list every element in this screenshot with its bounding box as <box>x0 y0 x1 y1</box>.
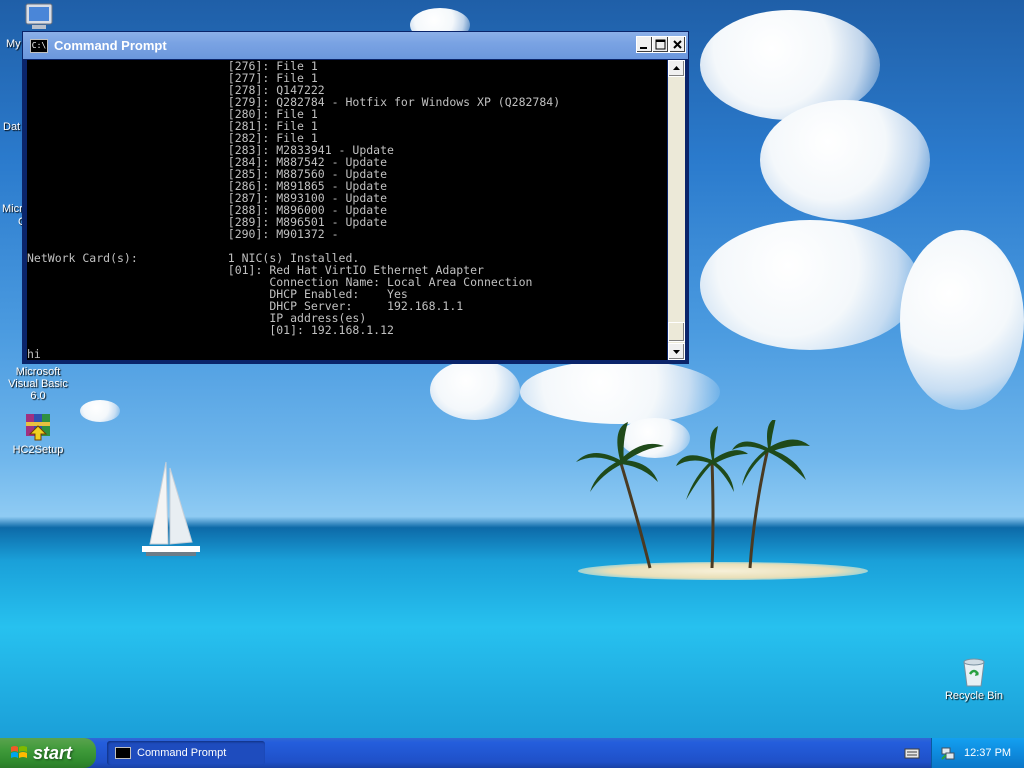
clock[interactable]: 12:37 PM <box>964 747 1011 759</box>
scroll-thumb[interactable] <box>668 322 685 342</box>
arrow-down-icon <box>673 350 680 354</box>
taskbar: start Command Prompt 12:37 PM <box>0 738 1024 768</box>
close-button[interactable] <box>669 36 686 53</box>
console-scrollbar[interactable] <box>668 60 685 360</box>
cmd-icon <box>115 747 131 759</box>
cloud <box>700 220 920 350</box>
winrar-icon <box>26 414 50 441</box>
desktop-icon-label: Recycle Bin <box>944 690 1004 702</box>
palm-trees <box>576 420 810 569</box>
minimize-icon <box>640 47 647 49</box>
maximize-icon <box>655 39 666 50</box>
computer-icon[interactable] <box>22 2 56 32</box>
desktop-icon-hc2setup[interactable]: HC2Setup <box>0 412 76 456</box>
taskbar-item-label: Command Prompt <box>137 747 227 759</box>
keyboard-icon[interactable] <box>904 747 920 759</box>
cloud <box>430 360 520 420</box>
window-titlebar[interactable]: C:\ Command Prompt <box>23 32 688 59</box>
desktop-icon-label-partial: Dat <box>3 121 21 133</box>
cmd-icon: C:\ <box>30 38 48 53</box>
desktop-icon-visual-basic[interactable]: Microsoft Visual Basic 6.0 <box>0 366 76 402</box>
windows-logo-icon <box>11 746 27 758</box>
cloud <box>520 360 720 424</box>
system-tray: 12:37 PM <box>931 738 1024 768</box>
maximize-button[interactable] <box>652 36 669 53</box>
console-output[interactable]: [276]: File 1 [277]: File 1 [278]: Q1472… <box>27 60 667 360</box>
desktop-icon-label-partial: My <box>6 38 21 50</box>
desktop-icon-label: Microsoft Visual Basic 6.0 <box>8 366 68 402</box>
desktop-icon-label: HC2Setup <box>12 444 64 456</box>
scroll-up-button[interactable] <box>668 60 685 77</box>
cloud <box>760 100 930 220</box>
close-icon <box>673 40 682 49</box>
desktop-icon-recycle-bin[interactable]: Recycle Bin <box>936 656 1012 702</box>
start-button[interactable]: start <box>0 738 96 768</box>
command-prompt-window[interactable]: C:\ Command Prompt [276]: File 1 [277]: … <box>22 31 689 364</box>
cloud <box>900 230 1024 410</box>
minimize-button[interactable] <box>636 36 653 53</box>
cloud <box>80 400 120 422</box>
recycle-bin-icon <box>963 658 985 687</box>
arrow-up-icon <box>673 66 680 70</box>
network-icon[interactable] <box>940 745 956 761</box>
console-text: [276]: File 1 [277]: File 1 [278]: Q1472… <box>27 60 561 360</box>
sailboat <box>142 461 200 556</box>
start-label: start <box>33 742 73 763</box>
scroll-down-button[interactable] <box>668 343 685 360</box>
window-title: Command Prompt <box>54 38 167 53</box>
taskbar-item-command-prompt[interactable]: Command Prompt <box>107 741 265 765</box>
